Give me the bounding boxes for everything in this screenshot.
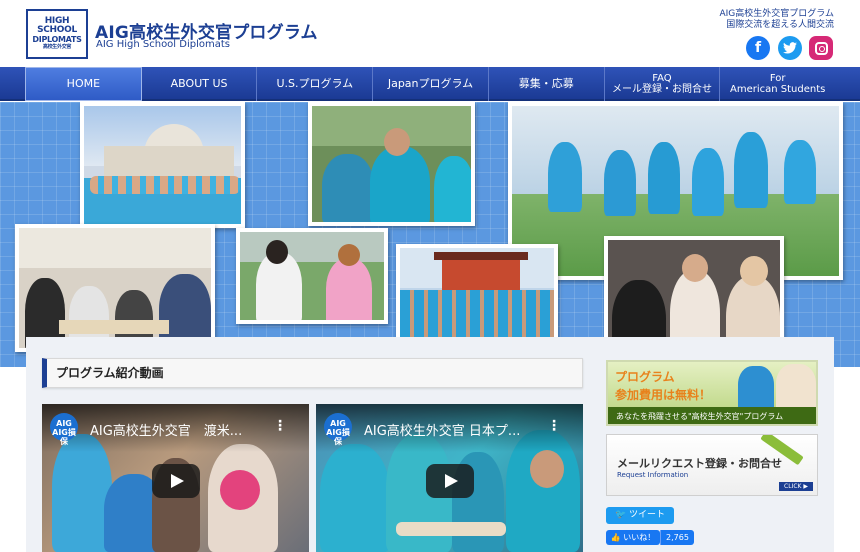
section-title-videos: プログラム紹介動画 xyxy=(42,358,583,388)
nav-faq-contact[interactable]: FAQ メール登録・お問合せ xyxy=(605,67,721,101)
banner-click-label: CLICK ▶ xyxy=(779,482,813,491)
banner-free-program[interactable]: プログラム 参加費用は無料！ あなたを飛躍させる"高校生外交官"プログラム xyxy=(606,360,818,426)
play-button-icon[interactable] xyxy=(151,464,200,498)
video-more-icon[interactable]: ⋮ xyxy=(547,418,561,434)
nav-american-label: American Students xyxy=(730,84,826,95)
facebook-icon[interactable]: f xyxy=(746,36,770,60)
facebook-glyph: f xyxy=(754,40,762,56)
logo-line-diplomats: DIPLOMATS xyxy=(32,35,82,44)
nav-apply[interactable]: 募集・応募 xyxy=(489,67,605,101)
nav-home[interactable]: HOME xyxy=(25,67,142,101)
video-more-icon[interactable]: ⋮ xyxy=(273,418,287,434)
banner-mail-title: メールリクエスト登録・お問合せ xyxy=(617,457,782,470)
tagline-line-1: AIG高校生外交官プログラム xyxy=(719,9,834,19)
site-header: HIGH SCHOOL DIPLOMATS 高校生外交官 AIG高校生外交官プロ… xyxy=(0,0,860,67)
site-subtitle: AIG High School Diplomats xyxy=(96,39,230,50)
hero-photo-collage xyxy=(0,102,860,367)
banner-student-photo xyxy=(738,366,774,412)
photo-capitol-group xyxy=(80,102,245,228)
like-count: 2,765 xyxy=(660,530,694,545)
logo-line-school: SCHOOL xyxy=(37,25,77,35)
banner-free-line-1: プログラム xyxy=(615,370,675,384)
instagram-icon[interactable] xyxy=(809,36,833,60)
nav-contact-label: メール登録・お問合せ xyxy=(611,84,712,95)
photo-classroom xyxy=(15,224,215,352)
photo-girls-playing xyxy=(236,228,388,324)
twitter-icon[interactable] xyxy=(778,36,802,60)
header-tagline: AIG高校生外交官プログラム 国際交流を超える人間交流 xyxy=(719,9,834,31)
like-label: いいね！ xyxy=(623,533,656,542)
nav-about-us[interactable]: ABOUT US xyxy=(142,67,258,101)
banner-mail-subtitle: Request Information xyxy=(617,471,689,479)
video-title[interactable]: AIG高校生外交官 渡米... xyxy=(90,420,280,439)
nav-american-students[interactable]: For American Students xyxy=(720,67,835,101)
photo-students-hugging xyxy=(308,102,475,226)
nav-japan-program[interactable]: Japanプログラム xyxy=(373,67,489,101)
twitter-bird-icon xyxy=(783,42,797,54)
play-button-icon[interactable] xyxy=(425,464,474,498)
tagline-line-2: 国際交流を超える人間交流 xyxy=(726,20,834,30)
video-player-us-program[interactable]: AIG AIG損保 AIG高校生外交官 渡米... ⋮ xyxy=(42,404,309,552)
aig-channel-icon[interactable]: AIG AIG損保 xyxy=(324,413,352,446)
instagram-camera-icon xyxy=(814,41,828,55)
aig-channel-icon[interactable]: AIG AIG損保 xyxy=(50,413,78,446)
twitter-bird-icon: 🐦 xyxy=(614,510,627,520)
banner-student-photo xyxy=(776,364,816,412)
facebook-like-button[interactable]: 👍 いいね！ xyxy=(606,530,660,545)
nav-faq-label: FAQ xyxy=(652,73,672,84)
nav-us-program[interactable]: U.S.プログラム xyxy=(257,67,374,101)
video-player-japan-program[interactable]: AIG AIG損保 AIG高校生外交官 日本プ... ⋮ xyxy=(316,404,583,552)
main-navigation: HOME ABOUT US U.S.プログラム Japanプログラム 募集・応募… xyxy=(0,67,860,101)
thumbs-up-icon: 👍 xyxy=(610,533,621,542)
tweet-button[interactable]: 🐦 ツイート xyxy=(606,507,674,524)
video-title[interactable]: AIG高校生外交官 日本プ... xyxy=(364,420,554,439)
banner-free-line-2: 参加費用は無料！ xyxy=(615,388,712,402)
photo-shrine-group xyxy=(396,244,558,352)
logo-line-japanese: 高校生外交官 xyxy=(42,44,72,50)
banner-mail-request[interactable]: メールリクエスト登録・お問合せ Request Information CLIC… xyxy=(606,434,818,496)
tweet-label: ツイート xyxy=(629,510,666,520)
site-logo[interactable]: HIGH SCHOOL DIPLOMATS 高校生外交官 xyxy=(26,9,88,59)
banner-free-tagline: あなたを飛躍させる"高校生外交官"プログラム xyxy=(608,407,816,424)
nav-for-label: For xyxy=(769,73,786,84)
